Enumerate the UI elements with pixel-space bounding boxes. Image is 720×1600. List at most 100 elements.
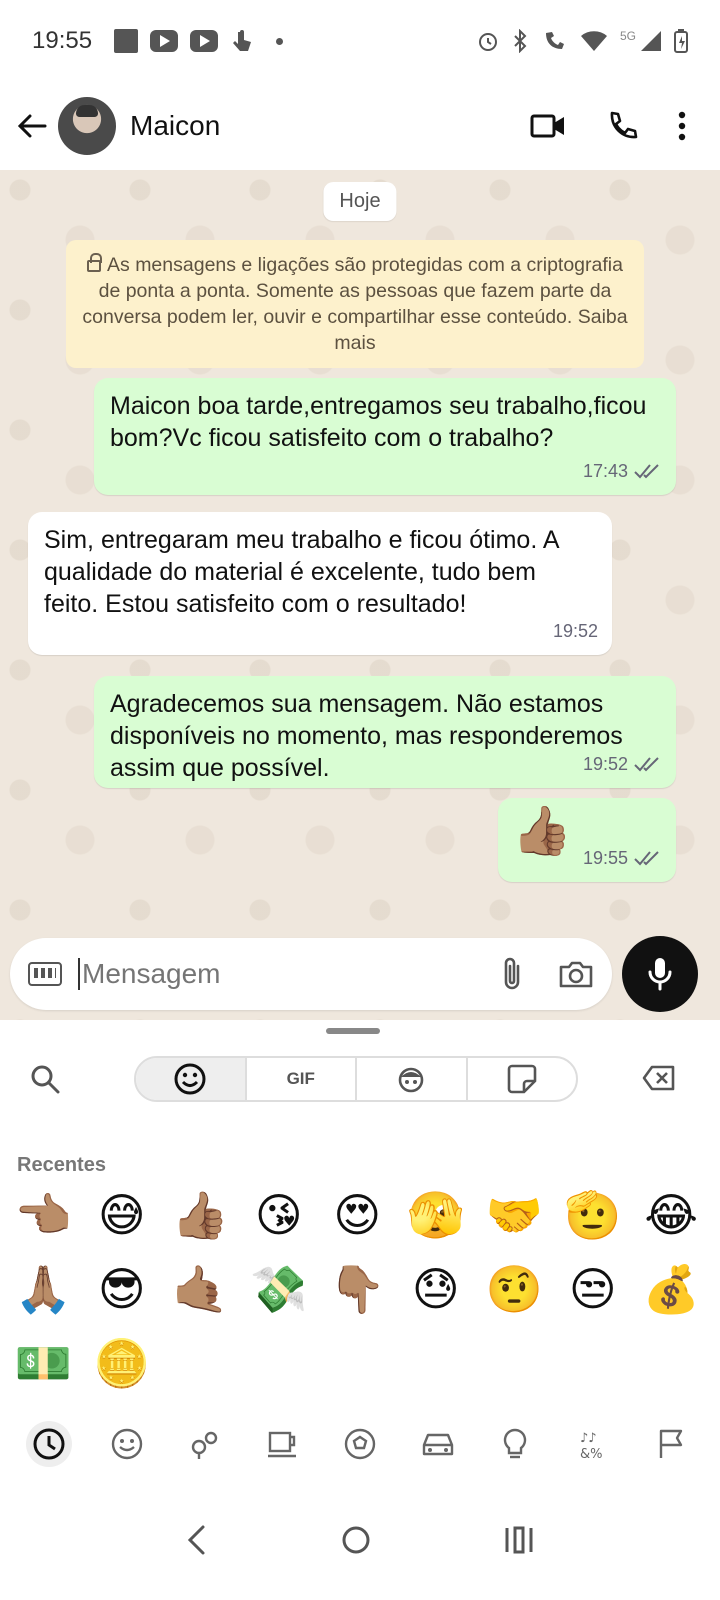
emoji-key[interactable]: 🪙 [83,1334,162,1392]
signal-icon [641,31,661,51]
message-meta: 19:52 [583,748,662,780]
paperclip-icon[interactable] [500,956,524,992]
message-text: Sim, entregaram meu trabalho e ficou óti… [44,526,559,618]
smiley-icon [111,1428,142,1460]
encryption-notice[interactable]: As mensagens e ligações são protegidas c… [66,240,644,368]
bluetooth-icon [514,29,527,53]
back-button[interactable] [14,108,50,144]
emoji-key[interactable]: 🤙🏽 [161,1260,240,1318]
message-time: 19:52 [552,621,598,641]
nav-back-icon[interactable] [185,1524,209,1556]
search-icon [31,1065,60,1094]
alarm-icon [478,33,497,51]
tab-emoji[interactable] [136,1058,247,1100]
message-meta: 19:55 [583,842,662,874]
tab-sticker[interactable] [468,1058,577,1100]
message-meta: 17:43 [583,455,662,487]
emoji-key[interactable]: 🫣 [397,1186,476,1244]
panel-drag-handle[interactable] [326,1028,380,1034]
chat-area[interactable]: Hoje As mensagens e ligações são protegi… [0,170,720,1020]
youtube-icon [150,30,179,52]
emoji-key[interactable]: 🙏🏽 [4,1260,83,1318]
emoji-key[interactable]: 😂 [632,1186,711,1244]
category-symbols[interactable]: ♪♪ &% [570,1421,616,1467]
more-notifications-dot [276,37,284,45]
emoji-key[interactable]: 😘 [240,1186,319,1244]
emoji-key[interactable]: 😅 [83,1186,162,1244]
category-flags[interactable] [648,1421,694,1467]
coffee-cup-icon [268,1431,297,1458]
double-check-icon [634,757,659,772]
message-input[interactable] [78,958,458,990]
emoji-key[interactable]: 🤨 [475,1260,554,1318]
tab-gif[interactable]: GIF [247,1058,357,1100]
emoji-search-button[interactable] [30,1064,60,1099]
wifi-icon [580,31,607,51]
touch-icon [233,30,252,51]
status-time: 19:55 [32,27,93,54]
more-options-button[interactable] [678,111,686,141]
keyboard-icon[interactable] [28,962,62,986]
emoji-key[interactable]: 👍🏽 [161,1186,240,1244]
message-text: Maicon boa tarde,entregamos seu trabalho… [110,392,647,452]
double-check-icon [634,464,659,479]
nav-home-icon[interactable] [340,1524,372,1556]
status-bar: 19:55 5G [0,0,720,82]
lock-icon [87,253,103,272]
flag-icon [659,1429,683,1458]
message-bubble-outgoing[interactable]: Maicon boa tarde,entregamos seu trabalho… [94,378,676,495]
video-call-button[interactable] [530,113,566,139]
battery-icon [674,29,688,53]
voice-record-button[interactable] [622,936,698,1012]
avatar[interactable] [58,97,116,155]
emoji-key[interactable]: 💸 [240,1260,319,1318]
emoji-key[interactable]: 💵 [4,1334,83,1392]
category-smileys[interactable] [104,1421,150,1467]
arrow-left-icon [17,114,47,138]
emoji-key[interactable]: 😒 [554,1260,633,1318]
app-notification-icon [114,29,139,53]
svg-text:♪♪: ♪♪ [580,1431,597,1446]
category-nature[interactable] [181,1421,227,1467]
message-time: 17:43 [582,461,628,481]
emoji-key[interactable]: 😓 [397,1260,476,1318]
backspace-button[interactable] [642,1064,676,1097]
message-emoji: 👍🏽 [512,805,572,858]
wifi-calling-icon [545,32,564,49]
microphone-icon [648,958,672,991]
message-bubble-incoming[interactable]: Sim, entregaram meu trabalho e ficou óti… [28,512,612,655]
nav-recents-icon[interactable] [503,1524,535,1556]
svg-text:&%: &% [580,1447,603,1461]
lightbulb-icon [504,1428,527,1459]
youtube-icon [190,30,219,52]
category-objects[interactable] [492,1421,538,1467]
category-activities[interactable] [337,1421,383,1467]
emoji-key[interactable]: 👇🏽 [318,1260,397,1318]
section-title-recent: Recentes [17,1154,106,1176]
category-travel[interactable] [415,1421,461,1467]
emoji-category-bar: ♪♪ &% [0,1416,720,1472]
voice-call-button[interactable] [606,110,638,142]
camera-icon[interactable] [558,959,594,989]
emoji-key[interactable]: 🫡 [554,1186,633,1244]
emoji-key[interactable]: 💰 [632,1260,711,1318]
sticker-icon [507,1064,537,1094]
smiley-icon [174,1063,206,1095]
message-bubble-outgoing[interactable]: 👍🏽 19:55 [498,798,676,882]
message-bubble-outgoing[interactable]: Agradecemos sua mensagem. Não estamos di… [94,676,676,788]
flower-icon [192,1431,218,1459]
emoji-key[interactable]: 😍 [318,1186,397,1244]
soccer-ball-icon [344,1428,376,1460]
backspace-icon [642,1065,675,1091]
emoji-panel-tabs: GIF [134,1056,578,1102]
category-food[interactable] [259,1421,305,1467]
emoji-key[interactable]: 🤝 [475,1186,554,1244]
contact-name[interactable]: Maicon [130,110,220,142]
phone-icon [610,111,638,139]
message-time: 19:52 [582,754,628,774]
emoji-key[interactable]: 😎 [83,1260,162,1318]
category-recent[interactable] [25,1421,72,1467]
emoji-key[interactable]: 👈🏽 [4,1186,83,1244]
system-nav-bar [0,1480,720,1600]
tab-avatar[interactable] [357,1058,468,1100]
